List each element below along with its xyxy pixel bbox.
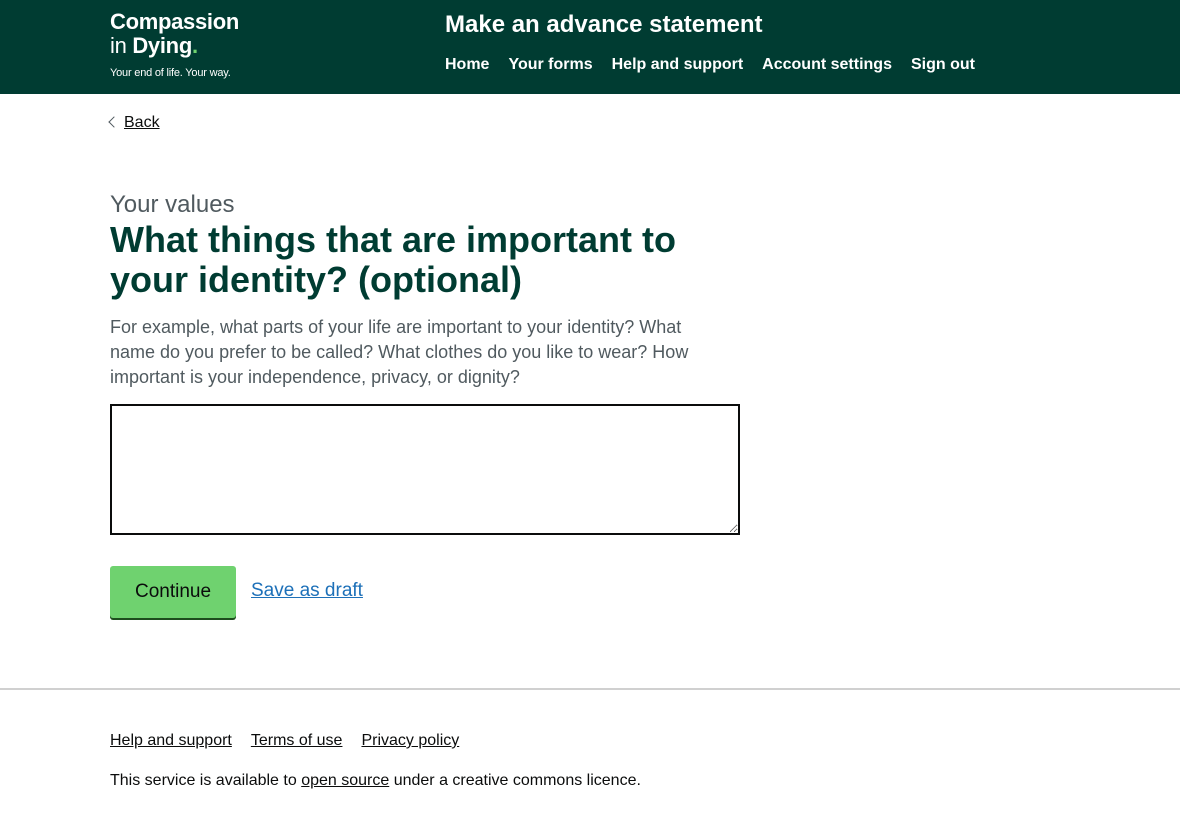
site-footer: Help and support Terms of use Privacy po…: [0, 688, 1180, 839]
nav-your-forms[interactable]: Your forms: [508, 54, 592, 76]
footer-links: Help and support Terms of use Privacy po…: [110, 732, 459, 750]
back-link-label: Back: [124, 114, 160, 131]
footer-help-and-support[interactable]: Help and support: [110, 732, 232, 750]
logo-dot: .: [191, 33, 198, 58]
licence-suffix: under a creative commons licence.: [389, 772, 641, 789]
logo-tagline: Your end of life. Your way.: [110, 67, 231, 79]
logo-line2: in Dying.: [110, 34, 270, 58]
save-as-draft-link[interactable]: Save as draft: [251, 578, 363, 603]
compassion-in-dying-logo[interactable]: Compassion in Dying. Your end of life. Y…: [110, 10, 270, 80]
logo-line1: Compassion: [110, 9, 240, 34]
nav-sign-out[interactable]: Sign out: [911, 54, 975, 76]
site-header: Compassion in Dying. Your end of life. Y…: [0, 0, 1180, 94]
hint-text: For example, what parts of your life are…: [110, 317, 689, 387]
open-source-link[interactable]: open source: [301, 772, 389, 789]
logo-line2-prefix: in: [110, 33, 127, 58]
licence-prefix: This service is available to: [110, 772, 302, 789]
page-title: What things that are important to your i…: [110, 219, 676, 300]
main-nav: Home Your forms Help and support Account…: [445, 54, 975, 76]
identity-textarea[interactable]: [110, 404, 740, 535]
nav-home[interactable]: Home: [445, 54, 489, 76]
continue-button[interactable]: Continue: [110, 566, 236, 618]
footer-licence: This service is available to open source…: [110, 772, 641, 790]
nav-account-settings[interactable]: Account settings: [762, 54, 892, 76]
section-caption: Your values: [110, 191, 235, 218]
footer-privacy-policy[interactable]: Privacy policy: [361, 732, 459, 750]
chevron-left-icon: [108, 116, 120, 128]
service-name[interactable]: Make an advance statement: [445, 10, 762, 40]
nav-help-and-support[interactable]: Help and support: [612, 54, 744, 76]
back-link[interactable]: Back: [108, 114, 160, 132]
logo-line2-bold: Dying: [132, 33, 192, 58]
footer-terms-of-use[interactable]: Terms of use: [251, 732, 343, 750]
